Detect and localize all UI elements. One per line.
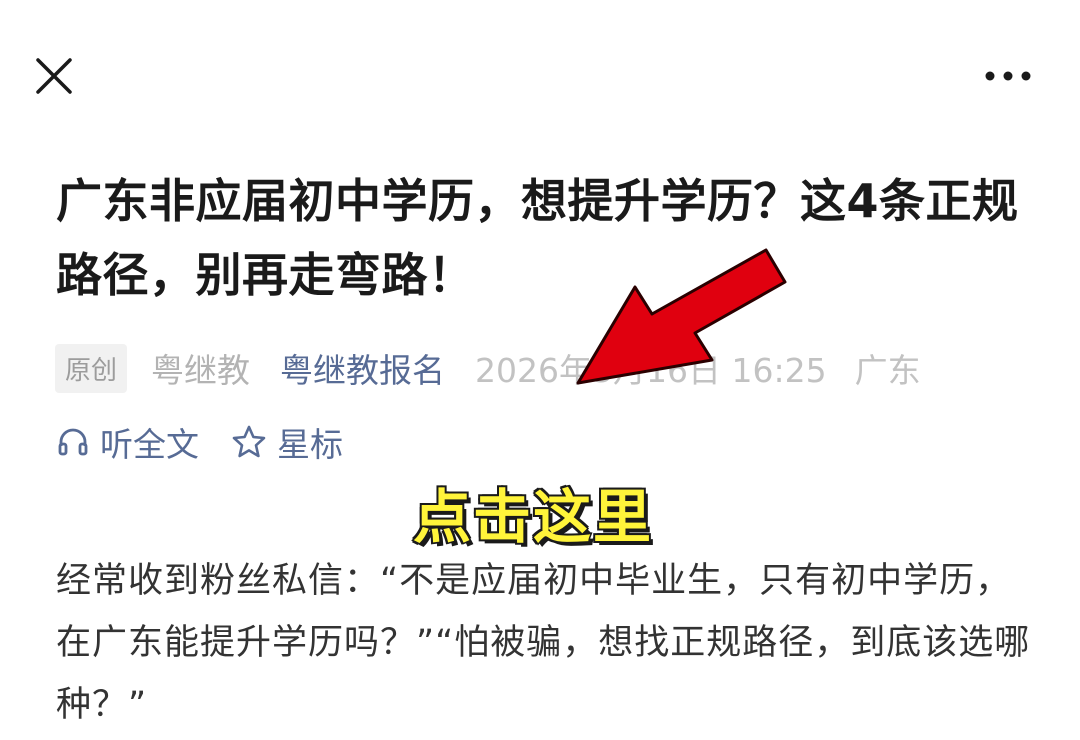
publish-datetime: 2026年3月16日 16:25 [475, 351, 827, 390]
article-meta: 原创 粤继教 粤继教报名 2026年3月16日 16:25 广东 [55, 342, 921, 394]
star-label: 星标 [277, 425, 343, 464]
close-icon[interactable] [34, 56, 74, 96]
star-icon [232, 425, 266, 458]
article-page: 广东非应届初中学历，想提升学历？这4条正规路径，别再走弯路！ 原创 粤继教 粤继… [0, 0, 1080, 740]
headphones-icon [58, 428, 88, 456]
star-button[interactable]: 星标 [231, 418, 343, 466]
click-here-overlay: 点击这里 [411, 482, 654, 553]
listen-button[interactable]: 听全文 [56, 418, 199, 466]
more-dots-icon[interactable] [980, 60, 1036, 92]
article-body: 经常收到粉丝私信：“不是应届初中毕业生，只有初中学历，在广东能提升学历吗？”“怕… [56, 561, 1031, 725]
original-badge: 原创 [55, 343, 128, 393]
author-name: 粤继教 [151, 351, 251, 390]
account-link[interactable]: 粤继教报名 [280, 344, 445, 392]
listen-label: 听全文 [100, 425, 199, 464]
article-title: 广东非应届初中学历，想提升学历？这4条正规路径，别再走弯路！ [56, 174, 1019, 302]
article-actions: 听全文 星标 [56, 416, 375, 468]
publish-location: 广东 [854, 351, 921, 390]
